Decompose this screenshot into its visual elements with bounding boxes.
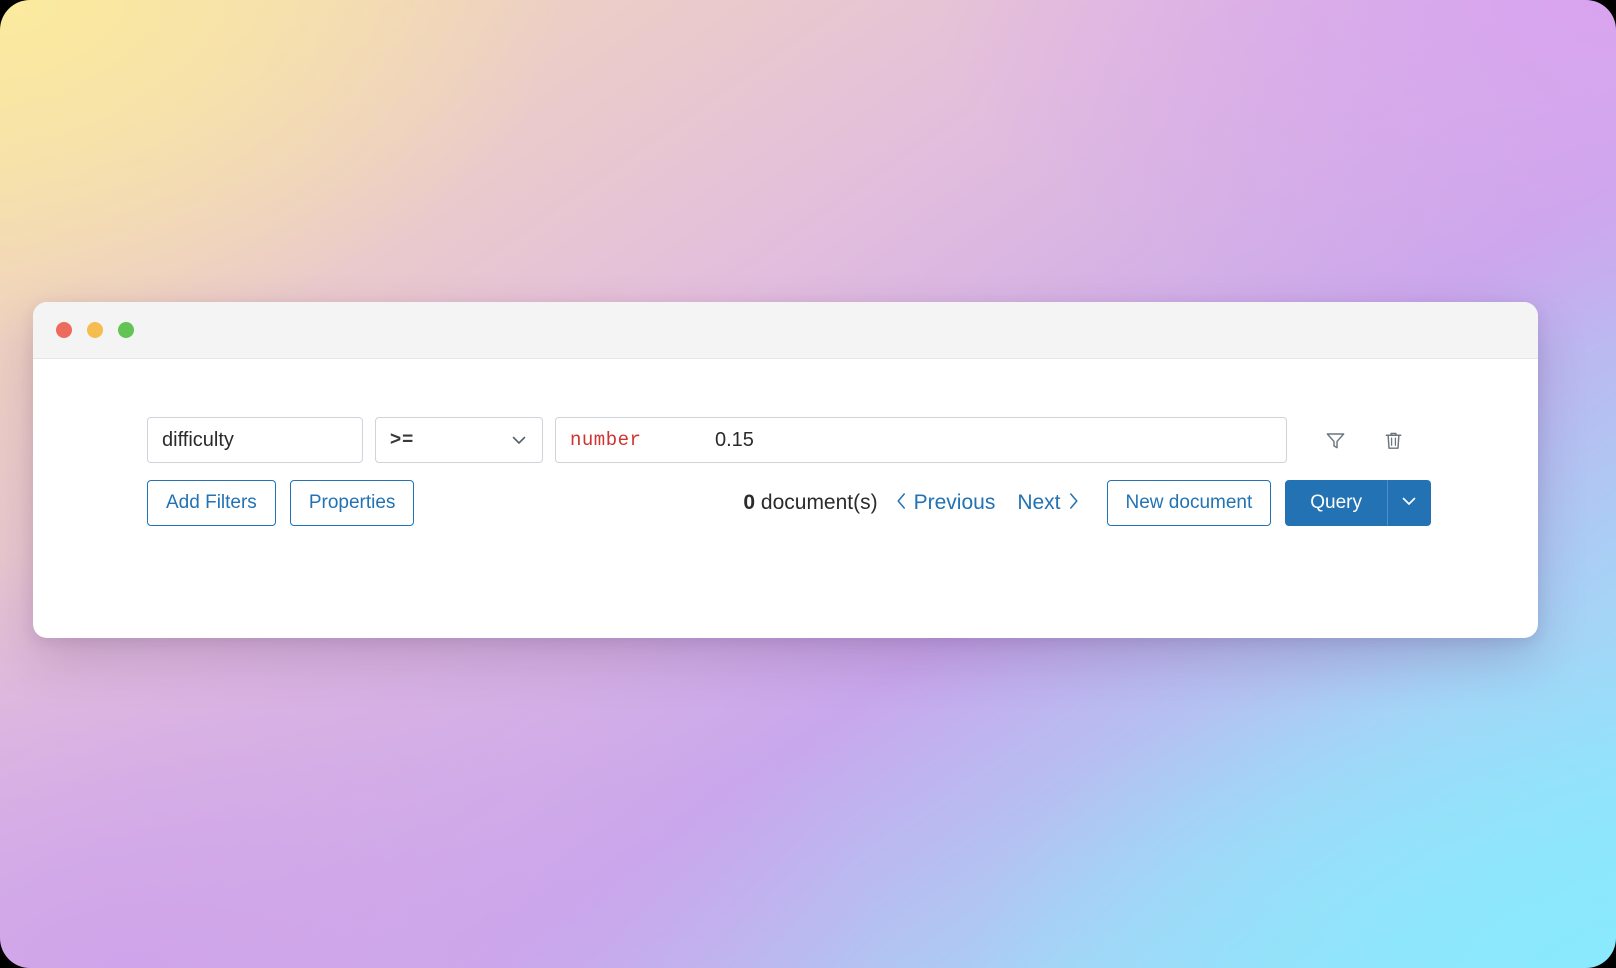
close-window-button[interactable]: [56, 322, 72, 338]
filter-value-input[interactable]: number 0.15: [555, 417, 1287, 463]
query-label: Query: [1310, 492, 1362, 513]
filter-value-text: 0.15: [715, 428, 754, 451]
app-window: difficulty >= number 0.15 Add Filters Pr…: [33, 302, 1538, 638]
chevron-down-icon: [510, 431, 528, 449]
delete-filter-button[interactable]: [1370, 417, 1416, 463]
chevron-down-icon: [1400, 492, 1418, 515]
value-type-label: number: [570, 429, 642, 451]
trash-icon: [1382, 429, 1405, 452]
filter-icon-button[interactable]: [1312, 417, 1358, 463]
field-name-value: difficulty: [162, 428, 234, 451]
window-content: difficulty >= number 0.15 Add Filters Pr…: [33, 359, 1538, 526]
next-page-link[interactable]: Next: [1017, 491, 1078, 515]
properties-button[interactable]: Properties: [289, 480, 415, 526]
document-count: 0 document(s): [743, 491, 877, 515]
traffic-lights: [56, 322, 134, 338]
chevron-left-icon: [896, 492, 907, 515]
query-dropdown-button[interactable]: [1387, 480, 1431, 526]
filter-icon: [1324, 429, 1347, 452]
chevron-right-icon: [1068, 492, 1079, 515]
query-button[interactable]: Query: [1285, 480, 1387, 526]
operator-select[interactable]: >=: [375, 417, 543, 463]
properties-label: Properties: [308, 492, 396, 513]
window-titlebar: [33, 302, 1538, 359]
field-name-input[interactable]: difficulty: [147, 417, 363, 463]
next-page-label: Next: [1017, 491, 1061, 514]
filter-row: difficulty >= number 0.15: [33, 417, 1538, 463]
document-count-number: 0: [743, 491, 756, 514]
pagination: 0 document(s) Previous Next: [743, 491, 1078, 515]
new-document-button[interactable]: New document: [1106, 480, 1272, 526]
document-count-suffix: document(s): [760, 491, 878, 514]
operator-value: >=: [390, 429, 415, 450]
previous-page-link[interactable]: Previous: [896, 491, 996, 515]
add-filters-button[interactable]: Add Filters: [147, 480, 276, 526]
previous-page-label: Previous: [913, 491, 996, 514]
new-document-label: New document: [1125, 492, 1253, 513]
maximize-window-button[interactable]: [118, 322, 134, 338]
action-row: Add Filters Properties 0 document(s) Pre…: [33, 480, 1538, 526]
minimize-window-button[interactable]: [87, 322, 103, 338]
add-filters-label: Add Filters: [166, 492, 257, 513]
